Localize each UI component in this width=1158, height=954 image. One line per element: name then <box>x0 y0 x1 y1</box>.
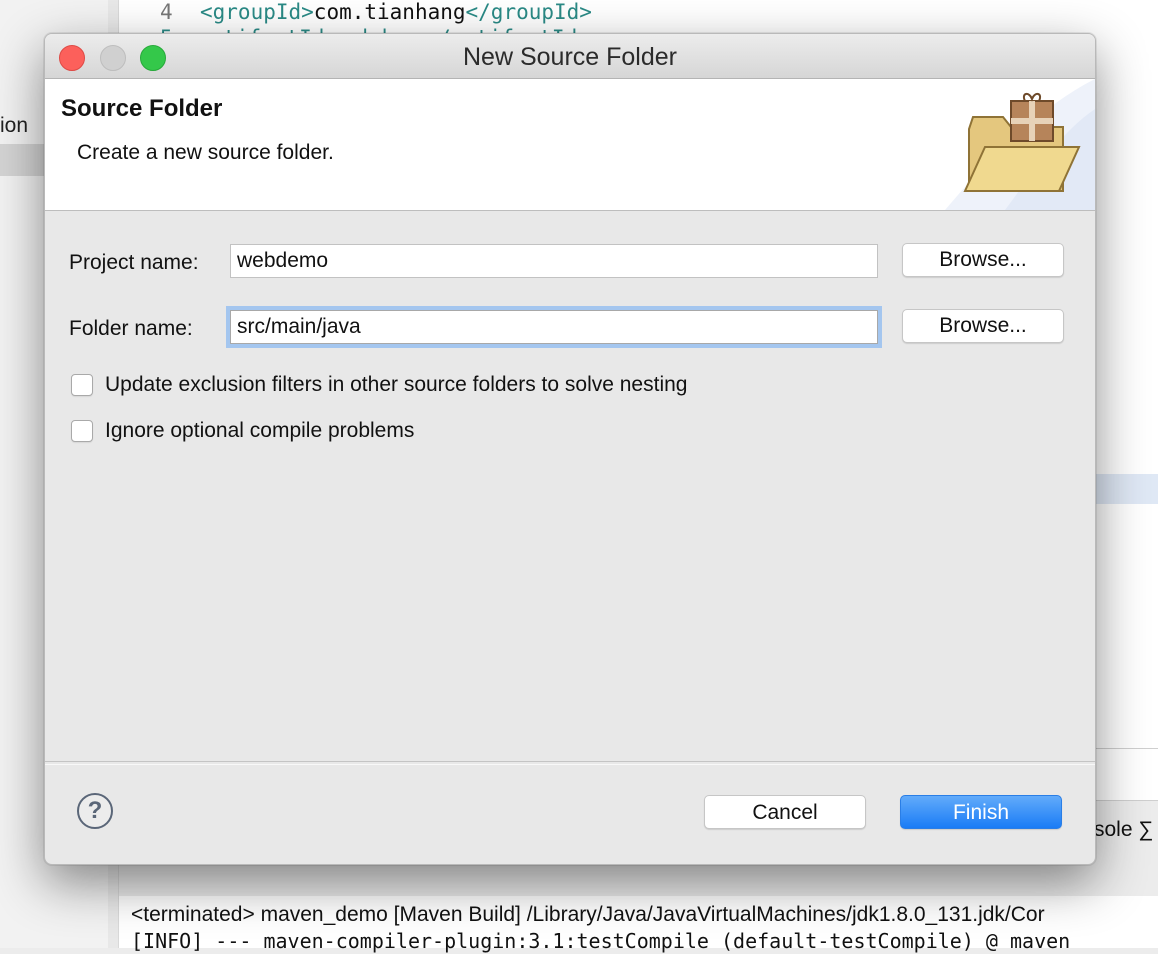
xml-close-tag: </groupId> <box>465 0 592 24</box>
finish-button[interactable]: Finish <box>900 795 1062 829</box>
console-tab[interactable]: sole ∑ <box>1094 816 1153 844</box>
console-log-line: [INFO] --- maven-compiler-plugin:3.1:tes… <box>131 929 1071 953</box>
banner-description: Create a new source folder. <box>77 141 334 164</box>
dialog-titlebar[interactable]: New Source Folder <box>45 34 1095 79</box>
console-status-line: <terminated> maven_demo [Maven Build] /L… <box>131 903 1045 926</box>
source-folder-wizard-icon <box>963 93 1081 192</box>
cancel-button[interactable]: Cancel <box>704 795 866 829</box>
line-number: 4 <box>160 0 173 24</box>
code-line-4: 4 <groupId>com.tianhang</groupId> <box>160 0 592 26</box>
ignore-optional-problems-checkbox[interactable] <box>71 420 93 442</box>
ignore-optional-problems-label[interactable]: Ignore optional compile problems <box>105 418 414 444</box>
project-name-field[interactable]: webdemo <box>230 244 878 278</box>
folder-name-field[interactable]: src/main/java <box>230 310 878 344</box>
wizard-banner: Source Folder Create a new source folder… <box>45 79 1095 211</box>
tree-selection-highlight <box>0 144 44 176</box>
folder-browse-button[interactable]: Browse... <box>902 309 1064 343</box>
project-name-label: Project name: <box>69 251 199 274</box>
footer-separator <box>45 761 1095 765</box>
update-exclusion-filters-label[interactable]: Update exclusion filters in other source… <box>105 372 687 398</box>
update-exclusion-filters-checkbox[interactable] <box>71 374 93 396</box>
new-source-folder-dialog: New Source Folder Source Folder Create a… <box>44 33 1096 865</box>
help-icon[interactable]: ? <box>77 793 113 829</box>
dialog-title: New Source Folder <box>463 43 677 71</box>
editor-current-line-highlight <box>1094 474 1158 504</box>
xml-value: com.tianhang <box>313 0 466 24</box>
folder-name-label: Folder name: <box>69 317 193 340</box>
editor-divider <box>1094 748 1158 749</box>
banner-title: Source Folder <box>61 95 223 122</box>
project-browse-button[interactable]: Browse... <box>902 243 1064 277</box>
xml-open-tag: <groupId> <box>200 0 314 24</box>
